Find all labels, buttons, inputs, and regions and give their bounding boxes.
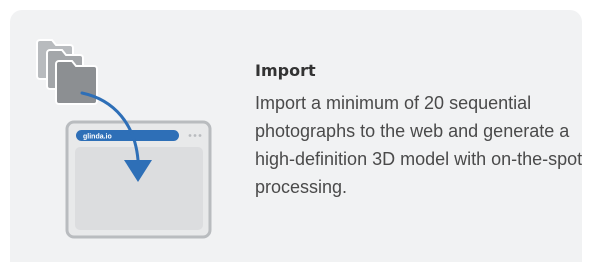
import-illustration: glinda.io [36,39,212,239]
import-feature-card: glinda.io Import Import a minimum of 20 … [10,10,582,262]
feature-text: Import Import a minimum of 20 sequential… [255,61,585,201]
more-dots-icon [188,134,202,137]
feature-title: Import [255,61,316,80]
feature-description: Import a minimum of 20 sequential photog… [255,93,583,197]
browser-url-label: glinda.io [83,134,112,141]
